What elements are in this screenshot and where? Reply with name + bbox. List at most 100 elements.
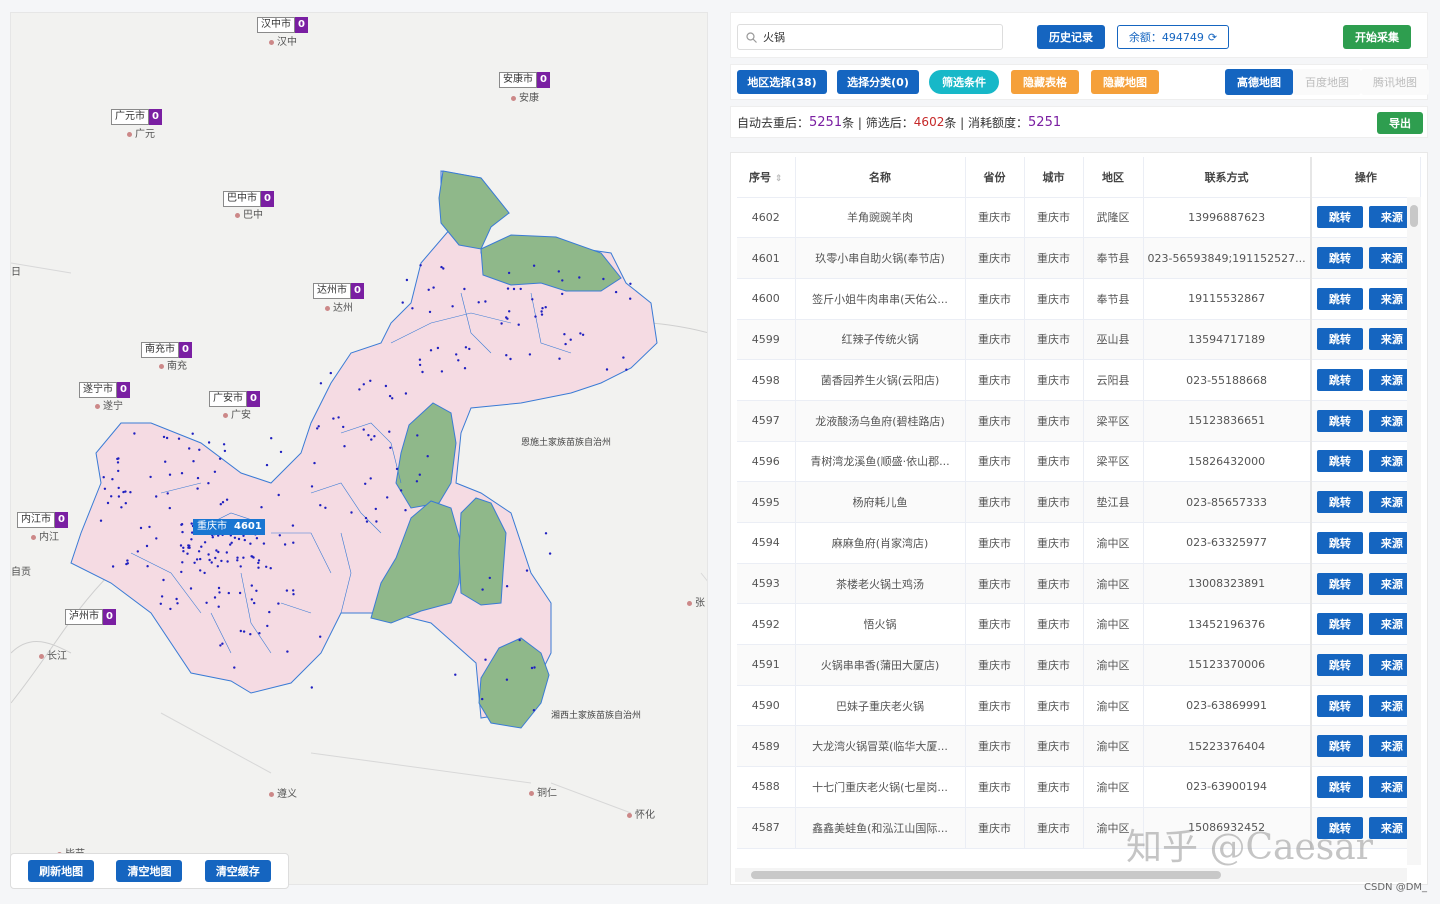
poi-dot — [230, 541, 233, 544]
cell-city: 重庆市 — [1024, 319, 1084, 361]
table-row[interactable]: 4597 龙液酸汤乌鱼府(碧桂路店) 重庆市 重庆市 梁平区 15123836651 跳转来… — [737, 400, 1422, 442]
table-row[interactable]: 4601 玖零小串自助火锅(奉节店) 重庆市 重庆市 奉节县 023-56593849;1… — [737, 237, 1422, 279]
table-row[interactable]: 4592 悟火锅 重庆市 重庆市 渝中区 13452196376 跳转 来源 — [737, 603, 1422, 646]
sort-icon[interactable]: ⇕ — [775, 174, 783, 184]
cell-index: 4588 — [737, 766, 796, 808]
jump-button[interactable]: 跳转 — [1316, 775, 1363, 798]
category-select-button[interactable]: 选择分类(0) — [837, 70, 919, 94]
poi-dot — [342, 425, 345, 429]
poi-dot — [519, 287, 522, 291]
vertical-scrollbar[interactable] — [1407, 197, 1421, 865]
refresh-map-button[interactable]: 刷新地图 — [28, 860, 95, 882]
poi-dot — [364, 516, 368, 520]
jump-button[interactable]: 跳转 — [1316, 653, 1363, 676]
poi-dot — [129, 491, 132, 494]
map-canvas[interactable] — [11, 13, 708, 885]
poi-dot — [221, 501, 225, 504]
cell-province: 重庆市 — [965, 522, 1025, 564]
cell-contact: 13594717189 — [1143, 319, 1312, 361]
tab-baidu-map[interactable]: 百度地图 — [1293, 69, 1361, 95]
city-marker-neijiang[interactable]: 内江市 0 — [17, 512, 68, 528]
city-marker-chongqing[interactable]: 重庆市 4601 — [193, 519, 265, 535]
cell-actions: 跳转 来源 — [1309, 481, 1422, 523]
jump-button[interactable]: 跳转 — [1316, 328, 1363, 351]
poi-dot — [196, 487, 199, 490]
city-marker-hanzhong[interactable]: 汉中市 0 — [257, 17, 308, 33]
jump-button[interactable]: 跳转 — [1316, 206, 1363, 229]
cell-contact: 15223376404 — [1143, 725, 1312, 768]
table-row[interactable]: 4600 签斤小姐牛肉串串(天佑公... 重庆市 重庆市 奉节县 19115532867 跳… — [737, 278, 1422, 320]
balance-button[interactable]: 余额：494749 ⟳ — [1117, 25, 1229, 49]
horizontal-scroll-thumb[interactable] — [751, 871, 1221, 879]
clear-cache-button[interactable]: 清空缓存 — [204, 860, 271, 882]
search-input[interactable] — [763, 31, 983, 43]
poi-dot — [463, 367, 467, 370]
cell-contact: 023-85657333 — [1143, 481, 1312, 523]
hide-table-button[interactable]: 隐藏表格 — [1011, 70, 1079, 94]
map-panel[interactable]: 汉中市 0 汉中 安康市 0 安康 广元市 0 广元 巴中市 0 巴中 达州市 0 达州 … — [10, 12, 708, 885]
table-row[interactable]: 4594 麻麻鱼府(肖家湾店) 重庆市 重庆市 渝中区 023-63325977 跳转 来源 — [737, 522, 1422, 564]
table-row[interactable]: 4593 茶楼老火锅土鸡汤 重庆市 重庆市 渝中区 13008323891 跳转 来源 — [737, 563, 1422, 605]
poi-dot — [159, 602, 162, 605]
poi-dot — [133, 432, 136, 435]
table-row[interactable]: 4596 青树湾龙溪鱼(顺盛·依山郡... 重庆市 重庆市 梁平区 15826432000… — [737, 441, 1422, 483]
jump-button[interactable]: 跳转 — [1316, 613, 1363, 636]
jump-button[interactable]: 跳转 — [1316, 531, 1363, 554]
poi-dot — [310, 485, 314, 488]
jump-button[interactable]: 跳转 — [1316, 694, 1363, 717]
jump-button[interactable]: 跳转 — [1316, 450, 1363, 473]
cell-actions: 跳转 来源 — [1309, 766, 1422, 808]
poi-dot — [116, 461, 120, 464]
city-marker-dazhou[interactable]: 达州市 0 — [313, 283, 364, 299]
hide-map-button[interactable]: 隐藏地图 — [1091, 70, 1159, 94]
table-row[interactable]: 4591 火锅串串香(蒲田大厦店) 重庆市 重庆市 渝中区 15123370006 跳转 来源 — [737, 644, 1422, 686]
table-row[interactable]: 4598 菌香园养生火锅(云阳店) 重庆市 重庆市 云阳县 023-55188668 跳转来… — [737, 359, 1422, 401]
jump-button[interactable]: 跳转 — [1316, 409, 1363, 432]
region-select-button[interactable]: 地区选择(38) — [737, 70, 827, 94]
city-marker-guangyuan[interactable]: 广元市 0 — [111, 109, 162, 125]
jump-button[interactable]: 跳转 — [1316, 369, 1363, 392]
header-index[interactable]: 序号 ⇕ — [737, 157, 796, 198]
tab-amap[interactable]: 高德地图 — [1225, 69, 1293, 95]
vertical-scroll-thumb[interactable] — [1410, 205, 1418, 227]
city-marker-nanchong[interactable]: 南充市 0 — [141, 342, 192, 358]
poi-dot — [219, 644, 222, 647]
table-row[interactable]: 4590 巴妹子重庆老火锅 重庆市 重庆市 渝中区 023-63869991 跳转 来源 — [737, 685, 1422, 727]
cell-province: 重庆市 — [965, 441, 1025, 483]
jump-button[interactable]: 跳转 — [1316, 735, 1363, 758]
poi-dot — [426, 455, 429, 458]
table-row[interactable]: 4588 十七门重庆老火锅(七星岗... 重庆市 重庆市 渝中区 023-63900194… — [737, 766, 1422, 808]
cell-contact: 19115532867 — [1143, 278, 1312, 320]
search-box[interactable] — [737, 24, 1003, 50]
results-table: 序号 ⇕ 名称 省份 城市 地区 联系方式 操作 4602 羊角豌豌羊肉 重庆市 重庆… — [730, 152, 1428, 885]
city-marker-guangan[interactable]: 广安市 0 — [209, 391, 260, 407]
city-marker-luzhou[interactable]: 泸州市 0 — [65, 609, 116, 625]
city-marker-bazhong[interactable]: 巴中市 0 — [223, 191, 274, 207]
poi-dot — [350, 511, 353, 514]
header-actions: 操作 — [1309, 157, 1422, 198]
start-collect-button[interactable]: 开始采集 — [1343, 25, 1411, 49]
clear-map-button[interactable]: 清空地图 — [116, 860, 183, 882]
filter-conditions-button[interactable]: 筛选条件 — [929, 70, 999, 94]
poi-dot — [236, 559, 239, 562]
horizontal-scrollbar[interactable] — [735, 868, 1407, 882]
history-button[interactable]: 历史记录 — [1037, 25, 1105, 49]
export-button[interactable]: 导出 — [1377, 112, 1423, 134]
poi-dot — [506, 287, 510, 290]
jump-button[interactable]: 跳转 — [1316, 572, 1363, 595]
city-marker-ankang[interactable]: 安康市 0 — [499, 72, 550, 88]
table-row[interactable]: 4595 杨府耗儿鱼 重庆市 重庆市 垫江县 023-85657333 跳转 来源 — [737, 481, 1422, 523]
poi-dot — [569, 338, 572, 341]
poi-dot — [358, 388, 361, 391]
table-row[interactable]: 4599 红辣子传统火锅 重庆市 重庆市 巫山县 13594717189 跳转 来源 — [737, 319, 1422, 361]
cell-contact: 15826432000 — [1143, 441, 1312, 483]
cell-contact: 023-63900194 — [1143, 766, 1312, 808]
table-row[interactable]: 4602 羊角豌豌羊肉 重庆市 重庆市 武隆区 13996887623 跳转 来源 — [737, 197, 1422, 239]
jump-button[interactable]: 跳转 — [1316, 491, 1363, 514]
cell-district: 渝中区 — [1083, 603, 1144, 646]
jump-button[interactable]: 跳转 — [1316, 287, 1363, 310]
jump-button[interactable]: 跳转 — [1316, 247, 1363, 270]
table-row[interactable]: 4589 大龙湾火锅冒菜(临华大厦... 重庆市 重庆市 渝中区 15223376404 跳… — [737, 725, 1422, 768]
city-marker-suining[interactable]: 遂宁市 0 — [79, 382, 130, 398]
tab-tencent-map[interactable]: 腾讯地图 — [1361, 69, 1429, 95]
